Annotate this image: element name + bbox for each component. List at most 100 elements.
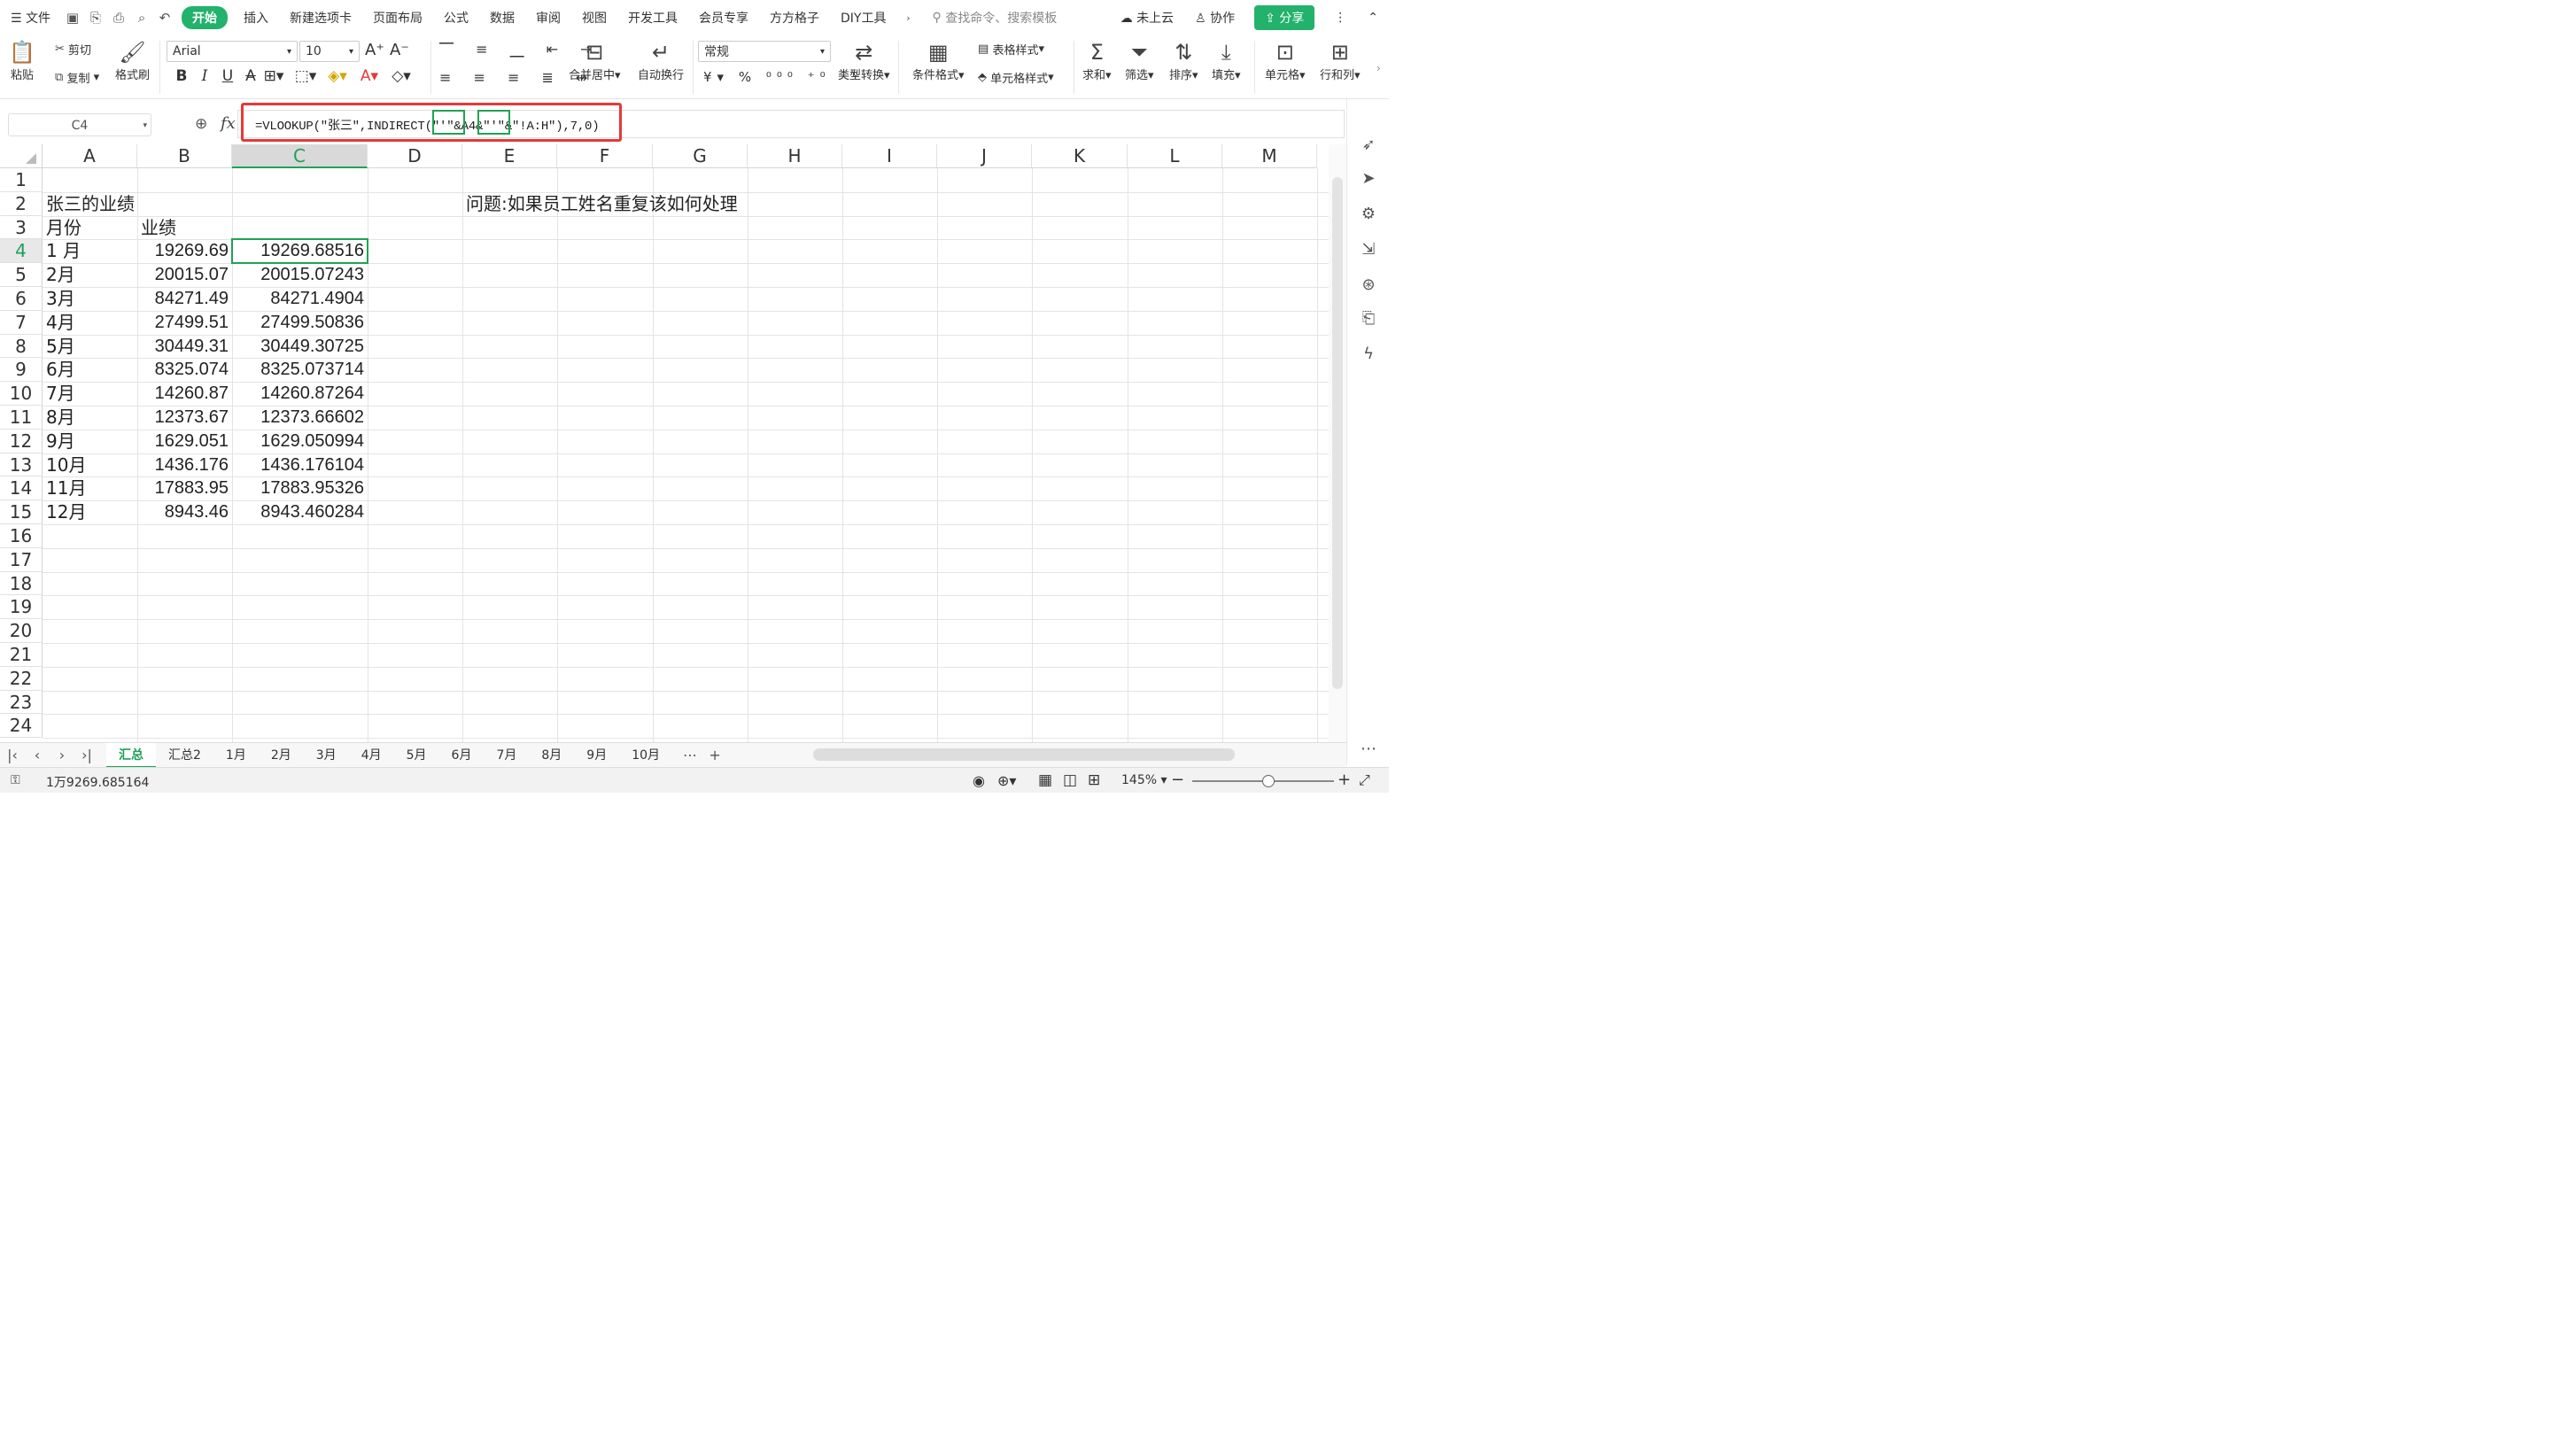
cell-A8[interactable]: 5月 xyxy=(46,336,75,360)
cell-B3-header[interactable]: 业绩 xyxy=(141,217,176,241)
undo-icon[interactable]: ↶ xyxy=(157,10,173,26)
sheet-tab-3[interactable]: 2月 xyxy=(259,743,304,768)
sheet-tab-7[interactable]: 6月 xyxy=(439,743,485,768)
cell-C9[interactable]: 8325.073714 xyxy=(232,359,364,383)
row-header-10[interactable]: 10 xyxy=(0,382,43,406)
cell-B13[interactable]: 1436.176 xyxy=(137,454,229,478)
row-header-17[interactable]: 17 xyxy=(0,547,43,572)
more-sheets-icon[interactable]: ⋯ xyxy=(678,747,702,763)
paste-button[interactable]: 📋 粘贴 xyxy=(9,39,35,82)
column-header-K[interactable]: K xyxy=(1032,144,1128,168)
clear-icon[interactable]: ◇▾ xyxy=(390,67,413,85)
more-dots-icon[interactable]: ⋯ xyxy=(1358,739,1379,760)
more-icon[interactable]: ⋮ xyxy=(1323,11,1357,25)
export-icon[interactable]: ⎘ xyxy=(88,10,104,26)
analysis-icon[interactable]: ⊛ xyxy=(1358,275,1379,296)
menu-tab-6[interactable]: 审阅 xyxy=(525,9,571,27)
lightning-icon[interactable]: ϟ xyxy=(1358,344,1379,365)
eye-icon[interactable]: ◉ xyxy=(973,772,985,789)
column-header-M[interactable]: M xyxy=(1222,144,1317,168)
column-header-I[interactable]: I xyxy=(842,144,937,168)
next-sheet-icon[interactable]: › xyxy=(50,747,74,763)
column-header-A[interactable]: A xyxy=(43,144,137,168)
rocket-icon[interactable]: ➶ xyxy=(1358,135,1379,156)
number-format-select[interactable]: 常规 ▾ xyxy=(698,41,831,62)
zoom-level[interactable]: 145% ▾ xyxy=(1121,773,1167,787)
row-header-16[interactable]: 16 xyxy=(0,524,43,548)
zoom-formula-icon[interactable]: ⊕ xyxy=(195,115,207,133)
cell-A13[interactable]: 10月 xyxy=(46,454,86,478)
column-header-B[interactable]: B xyxy=(137,144,232,168)
wrap-text-button[interactable]: ↵ 自动换行 xyxy=(638,39,684,82)
cell-E2-question[interactable]: 问题:如果员工姓名重复该如何处理 xyxy=(466,193,738,217)
last-sheet-icon[interactable]: ›| xyxy=(74,747,99,763)
sheet-tab-11[interactable]: 10月 xyxy=(619,743,672,768)
menu-tab-0[interactable]: 开始 xyxy=(182,6,229,29)
page-break-icon[interactable]: ⊞ xyxy=(1088,771,1100,789)
cell-B10[interactable]: 14260.87 xyxy=(137,383,229,407)
font-shrink-icon[interactable]: A⁻ xyxy=(390,41,409,59)
cell-A14[interactable]: 11月 xyxy=(46,477,86,501)
cell-A12[interactable]: 9月 xyxy=(46,430,75,454)
italic-icon[interactable]: I xyxy=(193,67,216,85)
menu-tab-3[interactable]: 页面布局 xyxy=(362,9,433,27)
underline-icon[interactable]: U xyxy=(216,67,239,85)
transform-icon[interactable]: ⇲ xyxy=(1358,239,1379,260)
sheet-tab-5[interactable]: 4月 xyxy=(349,743,394,768)
row-header-3[interactable]: 3 xyxy=(0,215,43,240)
menu-tab-5[interactable]: 数据 xyxy=(479,9,525,27)
sheet-grid[interactable]: A B C D E F G H I J K L M 1 2 3 4 5 6 7 8 9 10 11 12 13 14 15 16 17 18… xyxy=(0,144,1329,742)
column-header-D[interactable]: D xyxy=(368,144,462,168)
collapse-ribbon-icon[interactable]: ⌃ xyxy=(1357,11,1389,25)
sheet-tab-8[interactable]: 7月 xyxy=(484,743,529,768)
fullscreen-icon[interactable]: ⤢ xyxy=(1359,771,1370,789)
row-header-1[interactable]: 1 xyxy=(0,168,43,192)
cell-C15[interactable]: 8943.460284 xyxy=(232,501,364,525)
row-header-6[interactable]: 6 xyxy=(0,287,43,311)
sheet-tab-6[interactable]: 5月 xyxy=(394,743,439,768)
macro-icon[interactable]: ⚿ xyxy=(11,773,20,787)
center-icon[interactable]: ⊕▾ xyxy=(997,772,1016,789)
type-convert-button[interactable]: ⇄ 类型转换▾ xyxy=(838,39,890,82)
cell-B12[interactable]: 1629.051 xyxy=(137,430,229,454)
row-header-12[interactable]: 12 xyxy=(0,429,43,453)
print-icon[interactable]: ⎙ xyxy=(111,10,127,26)
cell-A9[interactable]: 6月 xyxy=(46,359,75,383)
row-header-8[interactable]: 8 xyxy=(0,334,43,359)
page-view-icon[interactable]: ◫ xyxy=(1063,771,1077,789)
table-style-button[interactable]: ▤ 表格样式 ▾ xyxy=(978,41,1044,58)
row-header-23[interactable]: 23 xyxy=(0,690,43,715)
column-header-G[interactable]: G xyxy=(653,144,748,168)
cell-style-button[interactable]: ⬘ 单元格样式 ▾ xyxy=(978,69,1054,86)
cell-A5[interactable]: 2月 xyxy=(46,264,75,288)
row-header-24[interactable]: 24 xyxy=(0,714,43,739)
menu-tab-4[interactable]: 公式 xyxy=(433,9,479,27)
sheet-tab-9[interactable]: 8月 xyxy=(529,743,574,768)
row-header-14[interactable]: 14 xyxy=(0,476,43,501)
row-header-7[interactable]: 7 xyxy=(0,310,43,335)
sheet-tab-2[interactable]: 1月 xyxy=(213,743,259,768)
font-name-select[interactable]: Arial ▾ xyxy=(167,41,298,62)
cell-style-icon[interactable]: ⬚▾ xyxy=(294,67,317,85)
cell-B6[interactable]: 84271.49 xyxy=(137,288,229,312)
cell-C6[interactable]: 84271.4904 xyxy=(232,288,364,312)
cond-format-button[interactable]: ▦ 条件格式▾ xyxy=(912,39,965,82)
column-header-E[interactable]: E xyxy=(462,144,557,168)
font-color-icon[interactable]: A▾ xyxy=(358,67,381,85)
prev-sheet-icon[interactable]: ‹ xyxy=(25,747,50,763)
row-header-15[interactable]: 15 xyxy=(0,500,43,524)
select-all-corner[interactable] xyxy=(0,144,43,168)
cell-A15[interactable]: 12月 xyxy=(46,501,86,525)
book-search-icon[interactable]: ⎗ xyxy=(1358,308,1379,329)
row-header-5[interactable]: 5 xyxy=(0,263,43,287)
rowcol-button[interactable]: ⊞ 行和列▾ xyxy=(1320,39,1361,82)
bold-icon[interactable]: B xyxy=(170,67,193,85)
row-header-22[interactable]: 22 xyxy=(0,666,43,691)
row-header-19[interactable]: 19 xyxy=(0,595,43,620)
column-header-F[interactable]: F xyxy=(557,144,653,168)
row-header-11[interactable]: 11 xyxy=(0,406,43,430)
sheet-tab-0[interactable]: 汇总 xyxy=(106,742,156,768)
column-header-L[interactable]: L xyxy=(1128,144,1222,168)
column-header-J[interactable]: J xyxy=(937,144,1032,168)
row-header-21[interactable]: 21 xyxy=(0,643,43,667)
